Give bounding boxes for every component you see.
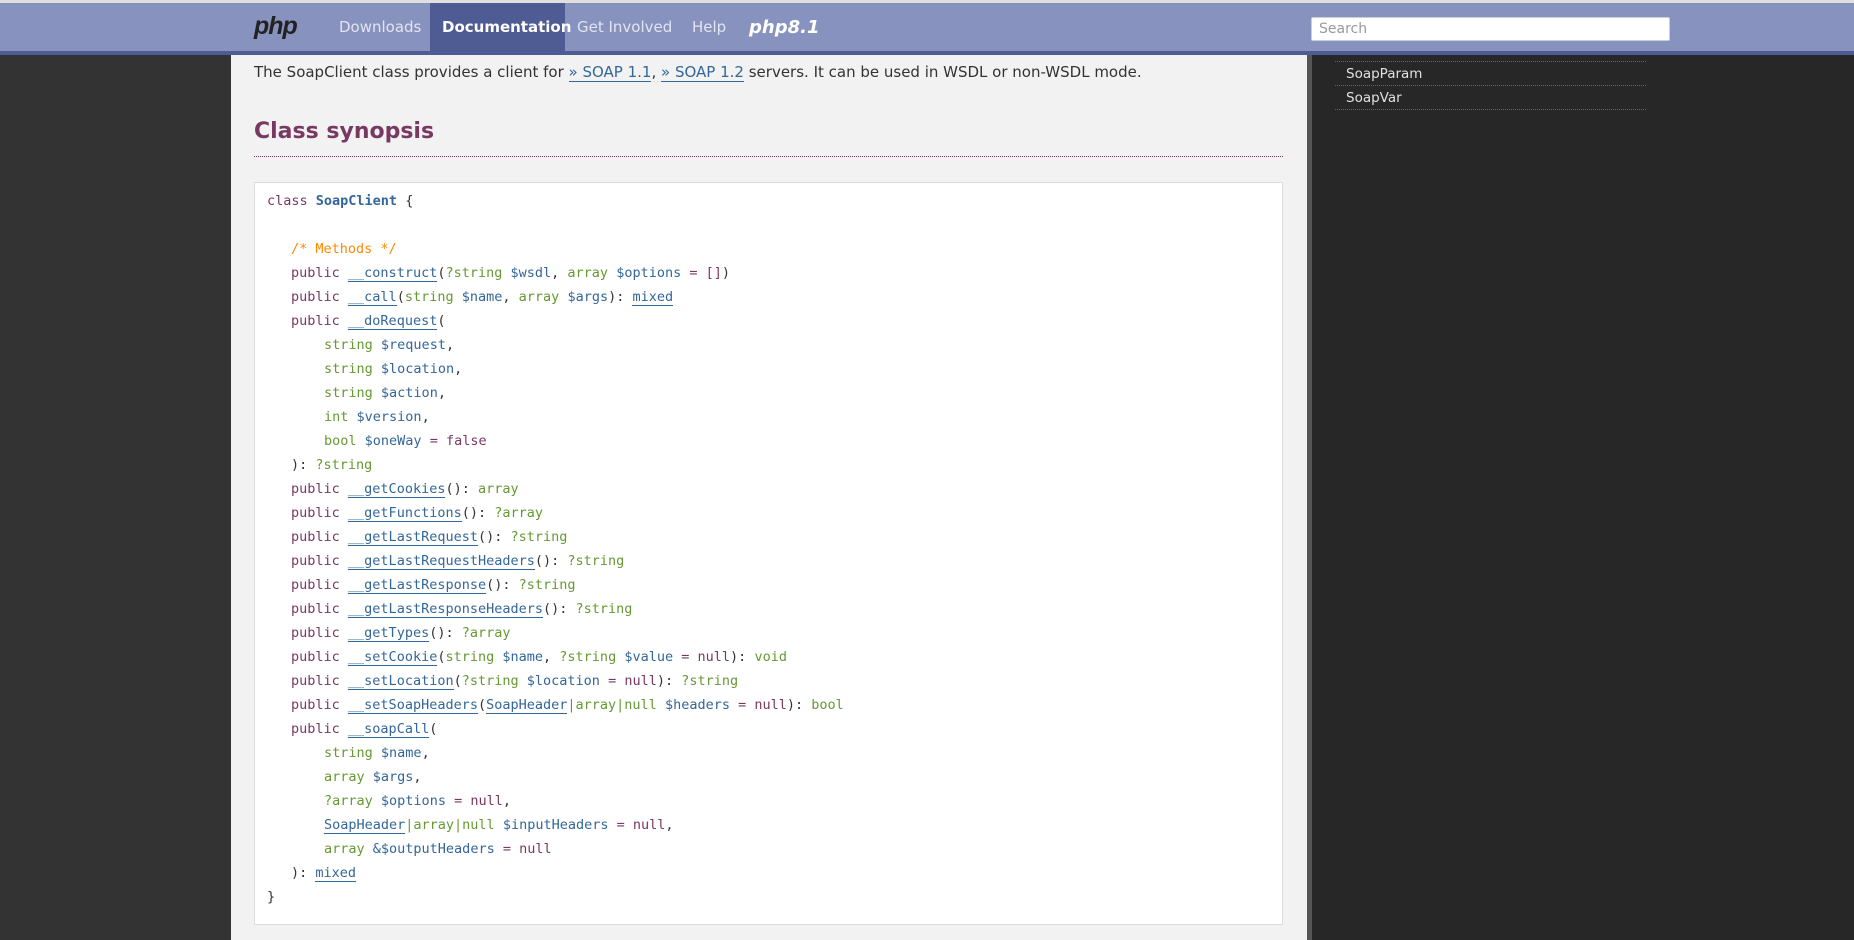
method-setlocation: public __setLocation(?string $location =… — [291, 673, 739, 690]
synopsis-close-brace: } — [267, 889, 276, 905]
param-oneway: bool $oneWay = false — [324, 433, 487, 449]
synopsis-class-line: class SoapClient { — [267, 193, 414, 209]
method-link-setlocation[interactable]: __setLocation — [347, 673, 454, 690]
method-soapcall: public __soapCall( — [291, 721, 438, 738]
param-version: int $version, — [324, 409, 430, 425]
param-location: string $location, — [324, 361, 463, 377]
param-args: array $args, — [324, 769, 422, 785]
method-link-call[interactable]: __call — [347, 289, 397, 306]
method-link-getlastrequest[interactable]: __getLastRequest — [347, 529, 478, 546]
method-gettypes: public __getTypes(): ?array — [291, 625, 511, 642]
search-input[interactable] — [1311, 17, 1670, 41]
right-sidebar: SoapParam SoapVar — [1312, 55, 1854, 940]
param-inputheaders: SoapHeader|array|null $inputHeaders = nu… — [324, 817, 674, 834]
method-setcookie: public __setCookie(string $name, ?string… — [291, 649, 787, 666]
php-version-logo[interactable]: php8.1 — [749, 17, 819, 38]
method-getlastresponseheaders: public __getLastResponseHeaders(): ?stri… — [291, 601, 633, 618]
type-link-soapheader[interactable]: SoapHeader — [486, 697, 568, 714]
class-name: SoapClient — [315, 193, 398, 209]
class-synopsis-box: class SoapClient { /* Methods */ public … — [254, 182, 1283, 925]
methods-comment: /* Methods */ — [291, 241, 397, 257]
soap-1-1-link[interactable]: » SOAP 1.1 — [568, 63, 652, 82]
section-divider — [254, 156, 1283, 157]
soapcall-return: ): mixed — [291, 865, 357, 882]
nav-get-involved[interactable]: Get Involved — [565, 3, 684, 51]
nav-help[interactable]: Help — [680, 3, 738, 51]
method-link-getfunctions[interactable]: __getFunctions — [347, 505, 462, 522]
method-getcookies: public __getCookies(): array — [291, 481, 519, 498]
method-link-getlastresponse[interactable]: __getLastResponse — [347, 577, 487, 594]
param-name: string $name, — [324, 745, 430, 761]
method-getlastrequestheaders: public __getLastRequestHeaders(): ?strin… — [291, 553, 625, 570]
param-action: string $action, — [324, 385, 446, 401]
method-getfunctions: public __getFunctions(): ?array — [291, 505, 544, 522]
method-link-dorequest[interactable]: __doRequest — [347, 313, 438, 330]
type-link-mixed-2[interactable]: mixed — [315, 865, 357, 882]
php-logo[interactable]: php — [254, 12, 298, 41]
dorequest-return: ): ?string — [291, 457, 373, 473]
param-outputheaders: array &$outputHeaders = null — [324, 841, 552, 857]
param-request: string $request, — [324, 337, 455, 353]
method-link-getcookies[interactable]: __getCookies — [347, 481, 446, 498]
method-link-getlastrequestheaders[interactable]: __getLastRequestHeaders — [347, 553, 535, 570]
param-options: ?array $options = null, — [324, 793, 512, 809]
method-link-gettypes[interactable]: __getTypes — [347, 625, 430, 642]
method-link-setcookie[interactable]: __setCookie — [347, 649, 438, 666]
method-call: public __call(string $name, array $args)… — [291, 289, 674, 306]
nav-downloads[interactable]: Downloads — [327, 3, 433, 51]
soap-1-2-link[interactable]: » SOAP 1.2 — [661, 63, 744, 82]
method-getlastrequest: public __getLastRequest(): ?string — [291, 529, 568, 546]
type-link-mixed[interactable]: mixed — [632, 289, 674, 306]
method-construct: public __construct(?string $wsdl, array … — [291, 265, 731, 282]
method-link-setsoapheaders[interactable]: __setSoapHeaders — [347, 697, 478, 714]
method-link-getlastresponseheaders[interactable]: __getLastResponseHeaders — [347, 601, 543, 618]
top-navigation-bar: php Downloads Documentation Get Involved… — [0, 0, 1854, 51]
method-setsoapheaders: public __setSoapHeaders(SoapHeader|array… — [291, 697, 844, 714]
main-content: The SoapClient class provides a client f… — [231, 55, 1307, 940]
method-getlastresponse: public __getLastResponse(): ?string — [291, 577, 576, 594]
method-link-construct[interactable]: __construct — [347, 265, 438, 282]
sidebar-item-soapparam[interactable]: SoapParam — [1335, 62, 1646, 86]
method-link-soapcall[interactable]: __soapCall — [347, 721, 430, 738]
sidebar-item-soapvar[interactable]: SoapVar — [1335, 86, 1646, 110]
section-title: Class synopsis — [254, 119, 435, 144]
method-dorequest: public __doRequest( — [291, 313, 446, 330]
class-intro-paragraph: The SoapClient class provides a client f… — [254, 63, 1142, 82]
nav-documentation[interactable]: Documentation — [430, 3, 571, 51]
type-link-soapheader-2[interactable]: SoapHeader — [324, 817, 406, 834]
